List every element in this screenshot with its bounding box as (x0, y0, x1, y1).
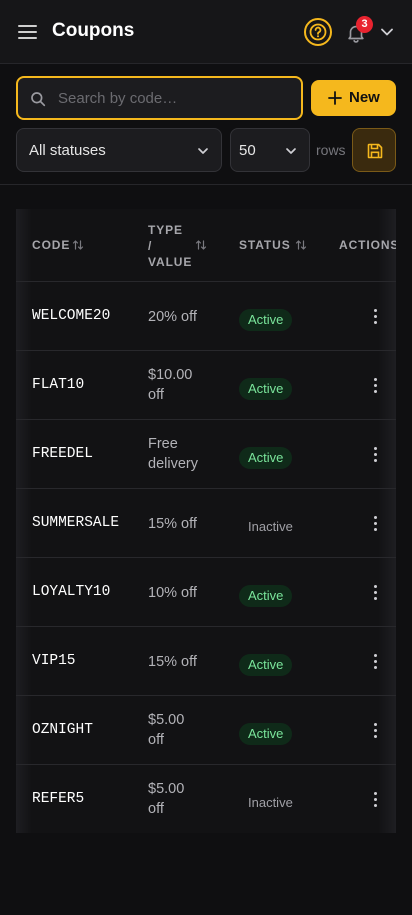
save-view-button[interactable] (352, 128, 396, 172)
chevron-down-icon[interactable] (380, 27, 394, 37)
status-badge: Active (239, 585, 293, 607)
coupon-value-line: off (148, 387, 164, 403)
coupon-code: FREEDEL (32, 446, 93, 462)
more-vertical-icon[interactable] (370, 720, 382, 740)
top-app-bar: Coupons 3 (0, 0, 412, 64)
coupon-value-line: 15% off (148, 516, 197, 532)
status-badge: Active (239, 654, 293, 676)
question-circle-icon (309, 23, 327, 41)
table-row[interactable]: FREEDEL Free delivery Active (16, 419, 396, 488)
page-title: Coupons (52, 20, 135, 41)
coupons-table: CODE TYPE / VALUE STATUS ACTIONS WELCOME20… (16, 209, 396, 833)
coupon-value-line: 10% off (148, 585, 197, 601)
coupon-code: LOYALTY10 (32, 584, 111, 600)
coupon-value-line: off (148, 732, 164, 748)
status-badge: Active (239, 309, 293, 331)
status-badge: Active (239, 723, 293, 745)
plus-icon (328, 91, 342, 105)
more-vertical-icon[interactable] (370, 444, 382, 464)
coupon-code: SUMMERSALE (32, 515, 120, 531)
table-row[interactable]: LOYALTY10 10% off Active (16, 557, 396, 626)
table-row[interactable]: REFER5 $5.00 off Inactive (16, 764, 396, 833)
status-badge: Active (239, 378, 293, 400)
more-vertical-icon[interactable] (370, 513, 382, 533)
status-filter-value: All statuses (29, 142, 106, 159)
column-header-status[interactable]: STATUS (239, 238, 291, 252)
new-coupon-button[interactable]: New (311, 80, 396, 116)
coupon-value: 15% off (148, 652, 218, 672)
chevron-down-icon (286, 148, 296, 154)
coupon-value-line: $5.00 (148, 781, 185, 797)
more-vertical-icon[interactable] (370, 789, 382, 809)
coupon-code: OZNIGHT (32, 722, 93, 738)
column-header-type-value[interactable]: TYPE / VALUE (148, 222, 192, 270)
search-icon (31, 92, 46, 107)
table-row[interactable]: OZNIGHT $5.00 off Active (16, 695, 396, 764)
coupon-value-line: Free (148, 436, 178, 452)
coupon-value-line: delivery (148, 456, 198, 472)
coupon-value-line: $5.00 (148, 712, 185, 728)
coupon-code: REFER5 (32, 791, 85, 807)
menu-icon[interactable] (18, 23, 38, 41)
sort-icon[interactable] (295, 239, 307, 251)
divider (0, 184, 412, 185)
coupon-value-line: 20% off (148, 309, 197, 325)
status-badge: Inactive (248, 795, 293, 810)
search-input[interactable] (58, 78, 293, 118)
rows-per-page-select[interactable]: 50 (230, 128, 310, 172)
coupon-value-line: off (148, 801, 164, 817)
coupon-value-line: 15% off (148, 654, 197, 670)
more-vertical-icon[interactable] (370, 306, 382, 326)
status-badge: Inactive (248, 519, 293, 534)
notification-badge: 3 (356, 16, 373, 33)
coupon-value: 15% off (148, 514, 218, 534)
coupon-code: FLAT10 (32, 377, 85, 393)
status-badge: Active (239, 447, 293, 469)
table-row[interactable]: WELCOME20 20% off Active (16, 281, 396, 350)
save-icon (367, 143, 383, 159)
coupon-value: 20% off (148, 307, 218, 327)
table-row[interactable]: SUMMERSALE 15% off Inactive (16, 488, 396, 557)
coupon-code: WELCOME20 (32, 308, 111, 324)
more-vertical-icon[interactable] (370, 582, 382, 602)
coupon-value: $5.00 off (148, 779, 218, 819)
coupon-value: 10% off (148, 583, 218, 603)
column-header-actions: ACTIONS (339, 238, 396, 252)
table-row[interactable]: VIP15 15% off Active (16, 626, 396, 695)
coupon-value-line: $10.00 (148, 367, 193, 383)
chevron-down-icon (198, 148, 208, 154)
coupon-value: Free delivery (148, 434, 218, 474)
coupon-value: $5.00 off (148, 710, 218, 750)
more-vertical-icon[interactable] (370, 651, 382, 671)
table-row[interactable]: FLAT10 $10.00 off Active (16, 350, 396, 419)
column-header-code[interactable]: CODE (32, 238, 70, 252)
search-field[interactable] (16, 76, 303, 120)
help-button[interactable] (304, 18, 332, 46)
sort-icon[interactable] (72, 239, 84, 251)
sort-icon[interactable] (195, 239, 207, 251)
more-vertical-icon[interactable] (370, 375, 382, 395)
status-filter-select[interactable]: All statuses (16, 128, 222, 172)
rows-per-page-value: 50 (239, 142, 256, 159)
rows-label: rows (316, 142, 346, 158)
new-button-label: New (349, 89, 380, 106)
coupon-value: $10.00 off (148, 365, 218, 405)
coupon-code: VIP15 (32, 653, 76, 669)
